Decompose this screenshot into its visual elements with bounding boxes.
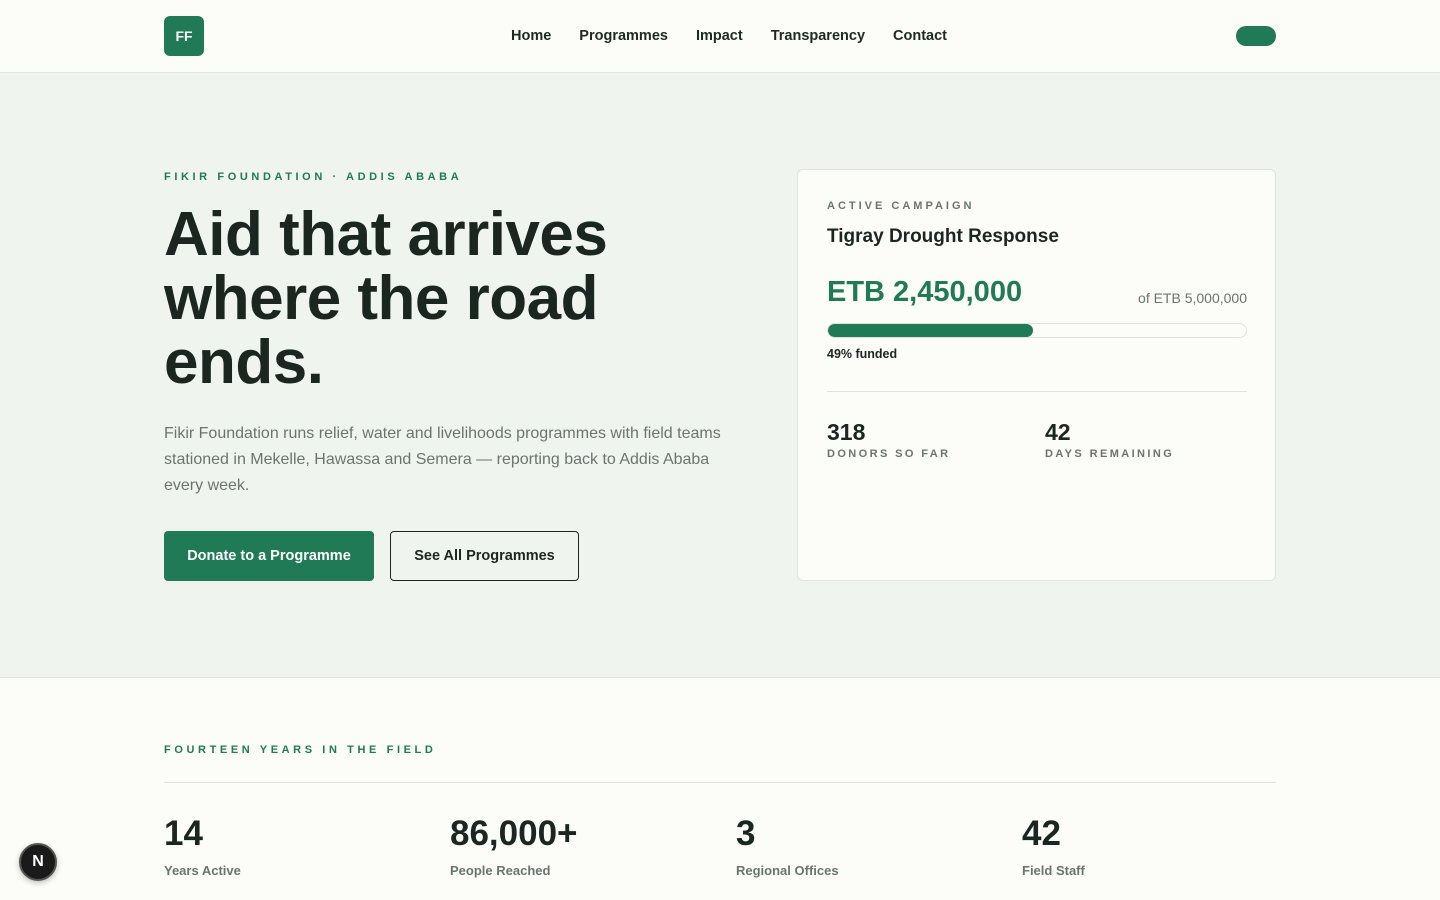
logo[interactable]: FF [164, 16, 204, 56]
stat-years-label: Years Active [164, 863, 241, 878]
dev-tools-badge[interactable]: N [19, 843, 57, 881]
campaign-goal: of ETB 5,000,000 [1138, 290, 1247, 306]
days-label: DAYS REMAINING [1045, 448, 1175, 460]
main-nav: Home Programmes Impact Transparency Cont… [511, 26, 947, 46]
stat-staff: 42 Field Staff [1022, 813, 1085, 878]
headline-line-3: ends. [164, 328, 324, 397]
stat-people-value: 86,000+ [450, 814, 578, 853]
stat-years-value: 14 [164, 814, 203, 853]
days-count: 42 [1045, 419, 1071, 445]
history-divider [164, 782, 1276, 783]
campaign-card: ACTIVE CAMPAIGN Tigray Drought Response … [797, 169, 1276, 581]
stat-offices-value: 3 [736, 814, 756, 853]
campaign-raised: ETB 2,450,000 [827, 276, 1023, 308]
hero-lead: Fikir Foundation runs relief, water and … [164, 425, 721, 494]
stat-offices: 3 Regional Offices [736, 813, 839, 878]
nav-home[interactable]: Home [511, 26, 551, 46]
progress-fill [828, 324, 1033, 337]
site-header: FF Home Programmes Impact Transparency C… [0, 0, 1440, 73]
hero-headline: Aid that arrives where the road ends. [164, 203, 724, 395]
stat-staff-label: Field Staff [1022, 863, 1085, 878]
nav-impact[interactable]: Impact [696, 26, 743, 46]
campaign-progress-bar [827, 323, 1247, 338]
stat-people: 86,000+ People Reached [450, 813, 578, 878]
nav-programmes[interactable]: Programmes [579, 26, 668, 46]
campaign-title: Tigray Drought Response [827, 226, 1059, 247]
card-divider [827, 391, 1247, 392]
history-eyebrow: FOURTEEN YEARS IN THE FIELD [164, 744, 437, 756]
headline-line-1: Aid that arrives [164, 200, 608, 269]
donors-count: 318 [827, 419, 866, 445]
hero-section: FIKIR FOUNDATION · ADDIS ABABA Aid that … [0, 73, 1440, 678]
donors-stat: 318 DONORS SO FAR [827, 418, 951, 460]
headline-line-2: where the road [164, 264, 599, 333]
funded-label: 49% funded [827, 347, 898, 361]
nav-contact[interactable]: Contact [893, 26, 947, 46]
donate-button[interactable]: Donate to a Programme [164, 531, 374, 581]
stat-staff-value: 42 [1022, 814, 1061, 853]
stat-years: 14 Years Active [164, 813, 241, 878]
see-programmes-button[interactable]: See All Programmes [390, 531, 579, 581]
nav-transparency[interactable]: Transparency [771, 26, 865, 46]
days-stat: 42 DAYS REMAINING [1045, 418, 1174, 460]
hero-eyebrow: FIKIR FOUNDATION · ADDIS ABABA [164, 171, 463, 183]
stat-people-label: People Reached [450, 863, 551, 878]
campaign-eyebrow: ACTIVE CAMPAIGN [827, 200, 975, 212]
donors-label: DONORS SO FAR [827, 448, 951, 460]
stat-offices-label: Regional Offices [736, 863, 839, 878]
header-cta-button[interactable] [1236, 26, 1276, 46]
